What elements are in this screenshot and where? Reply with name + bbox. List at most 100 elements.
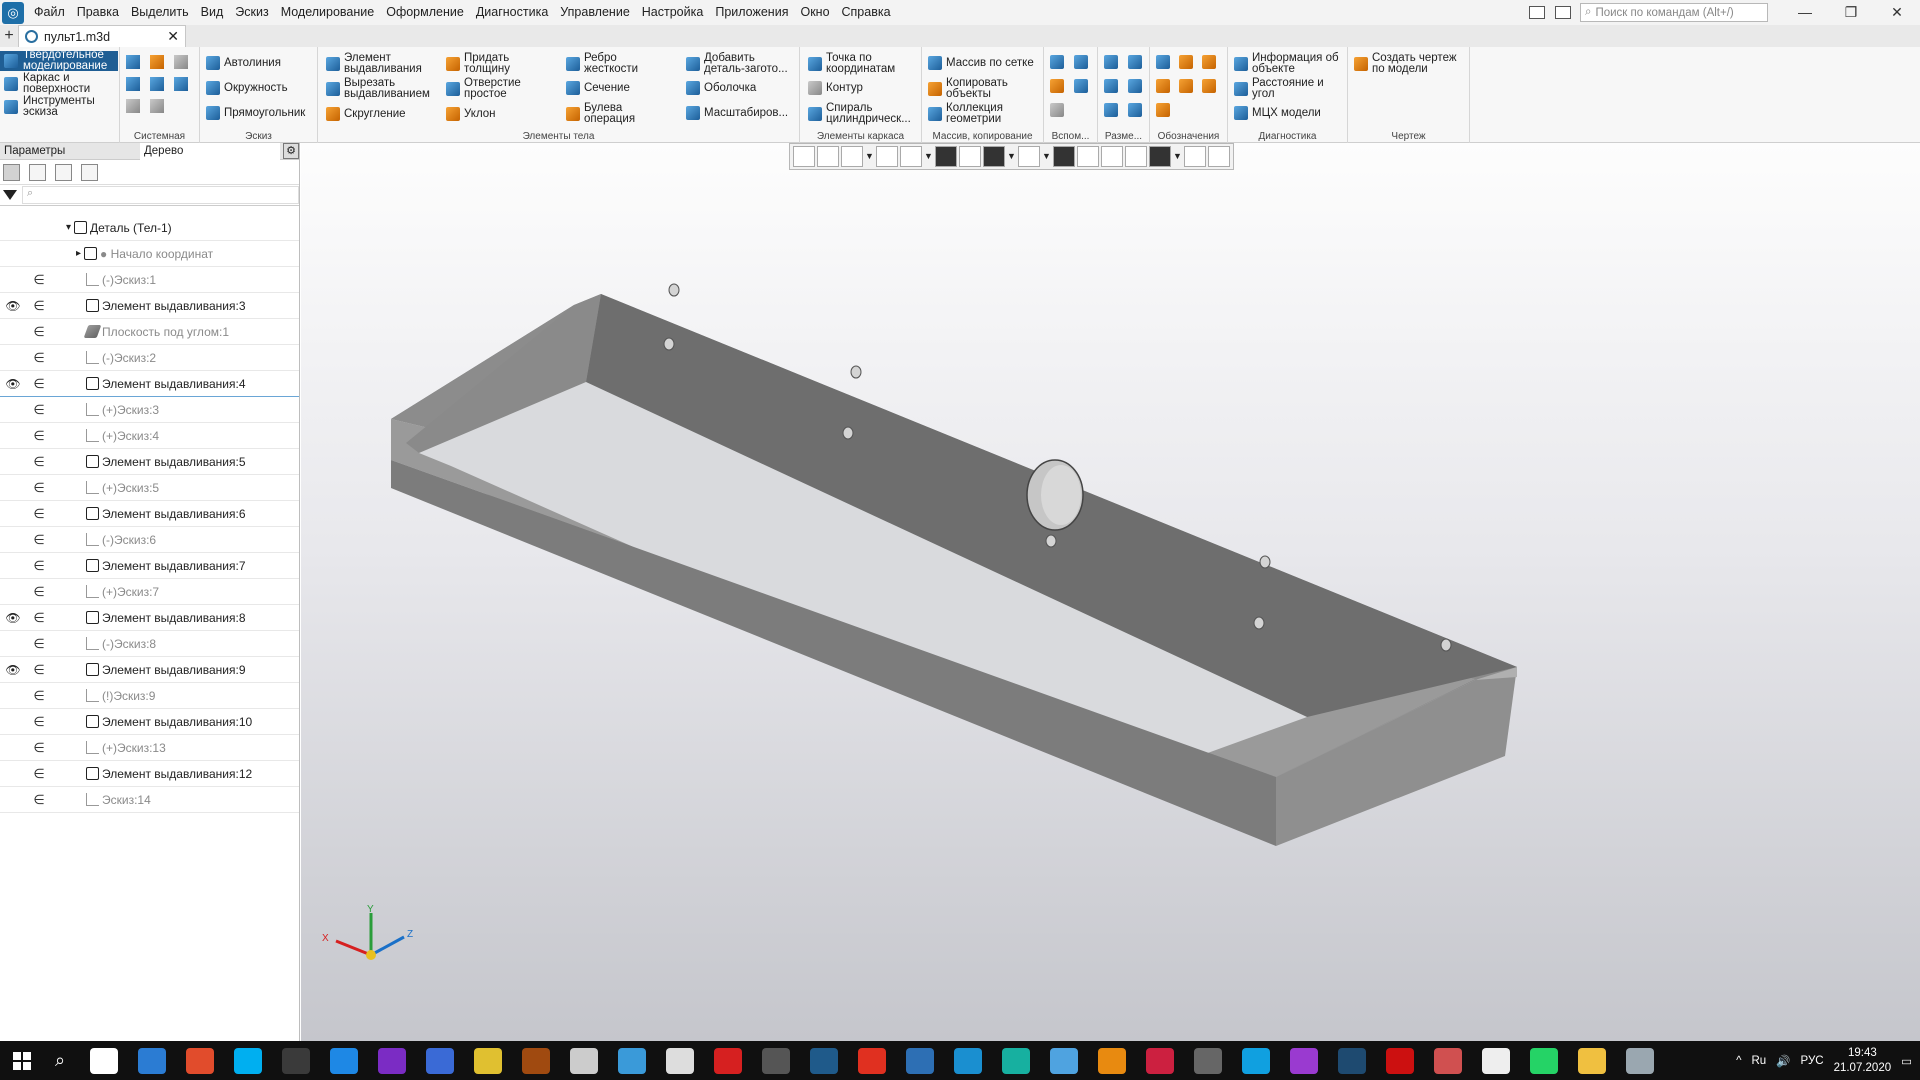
selection-icon[interactable] bbox=[81, 163, 98, 181]
tree-row[interactable]: ∈ (!)Эскиз:9 bbox=[0, 683, 299, 709]
cut-extrude-button[interactable]: Вырезать выдавливанием bbox=[326, 77, 430, 100]
include-toggle-icon[interactable]: ∈ bbox=[26, 532, 52, 548]
command-search-input[interactable]: ⌕ Поиск по командам (Alt+/) bbox=[1580, 3, 1768, 22]
taskbar-app-icon[interactable] bbox=[1434, 1047, 1462, 1074]
tree-search-input[interactable]: ⌕ bbox=[22, 186, 299, 204]
geometry-collection-button[interactable]: Коллекция геометрии bbox=[928, 102, 1003, 125]
extrude-button[interactable]: Элемент выдавливания bbox=[326, 52, 422, 75]
boolean-button[interactable]: Булева операция bbox=[566, 102, 635, 125]
windows-start-icon[interactable] bbox=[4, 1041, 40, 1080]
tree-row[interactable]: ∈ (+)Эскиз:5 bbox=[0, 475, 299, 501]
taskbar-app-icon[interactable] bbox=[1530, 1047, 1558, 1074]
taskbar-app-icon[interactable] bbox=[378, 1047, 406, 1074]
tree-row[interactable]: ∈ Элемент выдавливания:10 bbox=[0, 709, 299, 735]
include-toggle-icon[interactable]: ∈ bbox=[26, 272, 52, 288]
expand-arrow-icon[interactable]: ▸ bbox=[76, 248, 81, 259]
menu-item[interactable]: Приложения bbox=[709, 0, 794, 25]
tree-row[interactable]: ▸ ● Начало координат bbox=[0, 241, 299, 267]
taskbar-app-icon[interactable] bbox=[1290, 1047, 1318, 1074]
taskbar-app-icon[interactable] bbox=[474, 1047, 502, 1074]
autoline-button[interactable]: Автолиния bbox=[206, 56, 281, 70]
maximize-button[interactable]: ❐ bbox=[1828, 0, 1874, 25]
tree-row[interactable]: ∈ (-)Эскиз:8 bbox=[0, 631, 299, 657]
simple-hole-button[interactable]: Отверстие простое bbox=[446, 77, 521, 100]
taskbar-app-icon[interactable] bbox=[570, 1047, 598, 1074]
contour-button[interactable]: Контур bbox=[808, 81, 863, 95]
mode-solid-modeling[interactable]: Твердотельное моделирование bbox=[0, 49, 118, 72]
include-toggle-icon[interactable]: ∈ bbox=[26, 792, 52, 808]
kompas-logo-icon[interactable]: ◎ bbox=[2, 1, 24, 24]
taskbar-app-icon[interactable] bbox=[282, 1047, 310, 1074]
rectangle-button[interactable]: Прямоугольник bbox=[206, 106, 305, 120]
menu-item[interactable]: Моделирование bbox=[275, 0, 381, 25]
diameter-dim-icon[interactable] bbox=[1128, 79, 1142, 93]
include-toggle-icon[interactable]: ∈ bbox=[26, 324, 52, 340]
close-tab-icon[interactable]: ✕ bbox=[167, 28, 179, 45]
taskbar-app-icon[interactable] bbox=[186, 1047, 214, 1074]
include-toggle-icon[interactable]: ∈ bbox=[26, 402, 52, 418]
include-toggle-icon[interactable]: ∈ bbox=[26, 636, 52, 652]
shell-button[interactable]: Оболочка bbox=[686, 81, 756, 95]
include-toggle-icon[interactable]: ∈ bbox=[26, 480, 52, 496]
thread-icon[interactable] bbox=[1156, 103, 1170, 117]
taskbar-app-icon[interactable] bbox=[762, 1047, 790, 1074]
aux-point-icon[interactable] bbox=[1074, 79, 1088, 93]
eye-icon[interactable]: 👁 bbox=[0, 611, 26, 625]
aux-plane-icon[interactable] bbox=[1050, 55, 1064, 69]
print-preview-icon[interactable] bbox=[150, 77, 164, 91]
tree-row[interactable]: ∈ (+)Эскиз:4 bbox=[0, 423, 299, 449]
new-document-icon[interactable] bbox=[126, 55, 140, 69]
tree-row[interactable]: ∈ (+)Эскиз:3 bbox=[0, 397, 299, 423]
aux-axis-icon[interactable] bbox=[1074, 55, 1088, 69]
menu-item[interactable]: Настройка bbox=[636, 0, 710, 25]
aux-line-icon[interactable] bbox=[1050, 79, 1064, 93]
tray-lang-badge[interactable]: Ru bbox=[1752, 1055, 1767, 1067]
taskbar-app-icon[interactable] bbox=[1626, 1047, 1654, 1074]
eye-icon[interactable]: 👁 bbox=[0, 299, 26, 313]
base-icon[interactable] bbox=[1202, 55, 1216, 69]
taskbar-app-icon[interactable] bbox=[906, 1047, 934, 1074]
distance-angle-button[interactable]: Расстояние и угол bbox=[1234, 77, 1324, 100]
include-toggle-icon[interactable]: ∈ bbox=[26, 740, 52, 756]
tree-row[interactable]: ∈ Элемент выдавливания:12 bbox=[0, 761, 299, 787]
tree-row[interactable]: 👁 ∈ Элемент выдавливания:3 bbox=[0, 293, 299, 319]
menu-item[interactable]: Вид bbox=[195, 0, 230, 25]
menu-item[interactable]: Эскиз bbox=[229, 0, 274, 25]
include-toggle-icon[interactable]: ∈ bbox=[26, 298, 52, 314]
point-by-coords-button[interactable]: Точка по координатам bbox=[808, 52, 895, 75]
taskbar-app-icon[interactable] bbox=[1386, 1047, 1414, 1074]
include-toggle-icon[interactable]: ∈ bbox=[26, 454, 52, 470]
volume-icon[interactable]: 🔊 bbox=[1776, 1054, 1790, 1068]
taskbar-app-icon[interactable] bbox=[426, 1047, 454, 1074]
rib-button[interactable]: Ребро жесткости bbox=[566, 52, 638, 75]
tab-parameters[interactable]: Параметры bbox=[0, 145, 140, 157]
include-toggle-icon[interactable]: ∈ bbox=[26, 558, 52, 574]
tree-row[interactable]: ∈ Элемент выдавливания:7 bbox=[0, 553, 299, 579]
include-toggle-icon[interactable]: ∈ bbox=[26, 662, 52, 678]
circle-button[interactable]: Окружность bbox=[206, 81, 288, 95]
taskbar-app-icon[interactable] bbox=[714, 1047, 742, 1074]
tree-row[interactable]: ∈ (+)Эскиз:7 bbox=[0, 579, 299, 605]
mode-wireframe-surfaces[interactable]: Каркас и поверхности bbox=[0, 72, 118, 95]
auto-dim-icon[interactable] bbox=[1104, 103, 1118, 117]
taskbar-app-icon[interactable] bbox=[330, 1047, 358, 1074]
notifications-icon[interactable]: ▭ bbox=[1901, 1054, 1912, 1068]
taskbar-app-icon[interactable] bbox=[810, 1047, 838, 1074]
grid-array-button[interactable]: Массив по сетке bbox=[928, 56, 1034, 70]
taskbar-app-icon[interactable] bbox=[1050, 1047, 1078, 1074]
taskbar-app-icon[interactable] bbox=[1146, 1047, 1174, 1074]
tree-row[interactable]: ∈ (+)Эскиз:13 bbox=[0, 735, 299, 761]
weld-icon[interactable] bbox=[1202, 79, 1216, 93]
taskbar-app-icon[interactable] bbox=[522, 1047, 550, 1074]
tree-row[interactable]: 👁 ∈ Элемент выдавливания:4 bbox=[0, 371, 299, 397]
3d-viewport[interactable]: ▼ ▼ ▼ ▼ ▼ Y X Z bbox=[301, 143, 1920, 1041]
new-tab-button[interactable]: + bbox=[0, 27, 18, 47]
tree-row[interactable]: ▾ Деталь (Тел-1) bbox=[0, 215, 299, 241]
eye-icon[interactable]: 👁 bbox=[0, 377, 26, 391]
include-toggle-icon[interactable]: ∈ bbox=[26, 688, 52, 704]
chevron-up-icon[interactable]: ^ bbox=[1736, 1055, 1741, 1067]
taskbar-app-icon[interactable] bbox=[618, 1047, 646, 1074]
menu-item[interactable]: Управление bbox=[554, 0, 636, 25]
mode-sketch-tools[interactable]: Инструменты эскиза bbox=[0, 95, 118, 118]
clock[interactable]: 19:43 21.07.2020 bbox=[1834, 1046, 1892, 1076]
